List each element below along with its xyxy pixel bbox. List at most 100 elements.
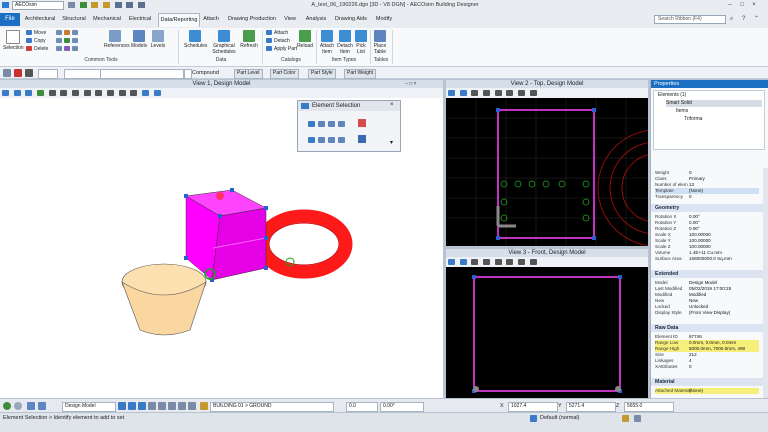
- print-icon[interactable]: [114, 2, 122, 8]
- level-field[interactable]: [64, 69, 102, 79]
- add-icon[interactable]: [318, 137, 325, 143]
- rotate-view-icon[interactable]: [506, 90, 514, 96]
- attach-item-button[interactable]: Attach Item: [318, 30, 336, 55]
- tool-grid-2[interactable]: [56, 38, 80, 45]
- section-extended[interactable]: Extended: [651, 270, 763, 278]
- undo-icon[interactable]: [91, 2, 99, 8]
- window-area-icon[interactable]: [72, 90, 80, 96]
- models-icon[interactable]: [38, 402, 46, 410]
- forward-icon[interactable]: [14, 402, 22, 410]
- tool-grid-1[interactable]: [56, 30, 80, 37]
- attach-button[interactable]: Attach: [266, 30, 288, 37]
- tab-electrical[interactable]: Electrical: [126, 13, 154, 26]
- save-icon[interactable]: [79, 2, 87, 8]
- prop-value[interactable]: 0: [689, 194, 692, 200]
- customize-icon[interactable]: [138, 2, 146, 8]
- subtract-icon[interactable]: [328, 137, 335, 143]
- tab-view[interactable]: View: [280, 13, 300, 26]
- camera-icon[interactable]: [153, 90, 161, 96]
- display-style-icon[interactable]: [13, 90, 21, 96]
- part-level-button[interactable]: Part Level: [234, 69, 263, 79]
- compound-checkbox[interactable]: [184, 69, 192, 79]
- view-attributes-icon[interactable]: [448, 90, 455, 96]
- view-7-button[interactable]: [178, 402, 186, 410]
- view-8-button[interactable]: [188, 402, 196, 410]
- individual-icon[interactable]: [308, 121, 315, 127]
- refresh-button[interactable]: Refresh: [240, 30, 258, 49]
- snap-icon[interactable]: [634, 415, 641, 422]
- weight-field[interactable]: [38, 69, 58, 79]
- view-2-button[interactable]: [128, 402, 136, 410]
- copy-button[interactable]: Copy: [26, 38, 46, 45]
- graphical-schedules-button[interactable]: Graphical Schedules: [210, 30, 238, 55]
- value-field[interactable]: 0.0: [346, 402, 378, 412]
- y-coordinate-field[interactable]: 5271.4: [566, 402, 616, 412]
- cube-front-outline[interactable]: [473, 276, 621, 392]
- part-color-button[interactable]: Part Color: [270, 69, 299, 79]
- open-icon[interactable]: [68, 2, 75, 8]
- prop-value[interactable]: (None): [689, 388, 703, 394]
- place-table-button[interactable]: Place Table: [372, 30, 388, 55]
- settings-icon[interactable]: [126, 2, 134, 8]
- workspace-select[interactable]: AECOsim: [12, 1, 64, 10]
- tab-drawing-aids[interactable]: Drawing Aids: [332, 13, 370, 26]
- ribbon-minimize-icon[interactable]: ⌃: [754, 15, 759, 24]
- view-attributes-icon[interactable]: [2, 90, 9, 96]
- detach-button[interactable]: Detach: [266, 38, 290, 45]
- view-previous-icon[interactable]: [118, 90, 126, 96]
- cube-outline[interactable]: [497, 109, 595, 239]
- rotate-view-icon[interactable]: [506, 259, 514, 265]
- z-coordinate-field[interactable]: 5655.0: [624, 402, 674, 412]
- display-style-icon[interactable]: [530, 415, 537, 422]
- zoom-out-icon[interactable]: [483, 259, 491, 265]
- pan-view-icon[interactable]: [518, 90, 526, 96]
- fit-view-icon[interactable]: [494, 90, 502, 96]
- expand-icon[interactable]: ▾: [390, 139, 393, 146]
- view-3-canvas[interactable]: [446, 267, 648, 398]
- style-field[interactable]: [100, 69, 184, 79]
- part-style-button[interactable]: Part Style: [308, 69, 336, 79]
- close-icon[interactable]: ×: [748, 0, 760, 11]
- tab-modify[interactable]: Modify: [372, 13, 396, 26]
- reload-button[interactable]: Reload: [296, 30, 314, 49]
- shape-icon[interactable]: [328, 121, 335, 127]
- tree-item-elements[interactable]: Elements (1): [658, 92, 686, 99]
- torus-outline[interactable]: [597, 130, 648, 246]
- tab-analysis[interactable]: Analysis: [302, 13, 330, 26]
- view-3[interactable]: View 3 - Front, Design Model: [446, 249, 648, 398]
- tab-attach[interactable]: Attach: [201, 13, 221, 26]
- fit-view-icon[interactable]: [494, 259, 502, 265]
- levels-button[interactable]: Levels: [150, 30, 166, 49]
- tab-drawing-production[interactable]: Drawing Production: [226, 13, 278, 26]
- back-icon[interactable]: [3, 402, 11, 410]
- view-5-button[interactable]: [158, 402, 166, 410]
- render-icon[interactable]: [25, 90, 33, 96]
- move-button[interactable]: Move: [26, 30, 46, 37]
- zoom-in-icon[interactable]: [48, 90, 56, 96]
- view-2[interactable]: View 2 - Top, Design Model: [446, 80, 648, 246]
- view-6-button[interactable]: [168, 402, 176, 410]
- minimize-icon[interactable]: –: [724, 0, 736, 11]
- search-ribbon-input[interactable]: Search Ribbon (F4): [654, 15, 726, 24]
- view-3-button[interactable]: [138, 402, 146, 410]
- rotate-view-icon[interactable]: [95, 90, 103, 96]
- new-icon[interactable]: [308, 137, 315, 143]
- block-icon[interactable]: [318, 121, 325, 127]
- zoom-out-icon[interactable]: [60, 90, 68, 96]
- pick-list-button[interactable]: Pick List: [354, 30, 368, 55]
- selection-button[interactable]: Selection: [3, 30, 24, 51]
- properties-scrollbar[interactable]: [763, 168, 768, 398]
- clip-volume-icon[interactable]: [142, 90, 150, 96]
- home-icon[interactable]: [27, 402, 35, 410]
- line-style-icon[interactable]: [25, 69, 33, 77]
- apply-part-button[interactable]: Apply Part: [266, 46, 297, 53]
- torus[interactable]: [255, 209, 353, 279]
- x-coordinate-field[interactable]: 1027.4: [508, 402, 558, 412]
- color-icon[interactable]: [14, 69, 22, 77]
- element-selection-dialog[interactable]: Element Selection × ▾: [297, 100, 401, 152]
- display-style-icon[interactable]: [459, 259, 467, 265]
- view-attributes-icon[interactable]: [448, 259, 455, 265]
- cube-side[interactable]: [211, 207, 267, 281]
- schedules-button[interactable]: Schedules: [184, 30, 207, 49]
- section-material[interactable]: Material: [651, 378, 763, 386]
